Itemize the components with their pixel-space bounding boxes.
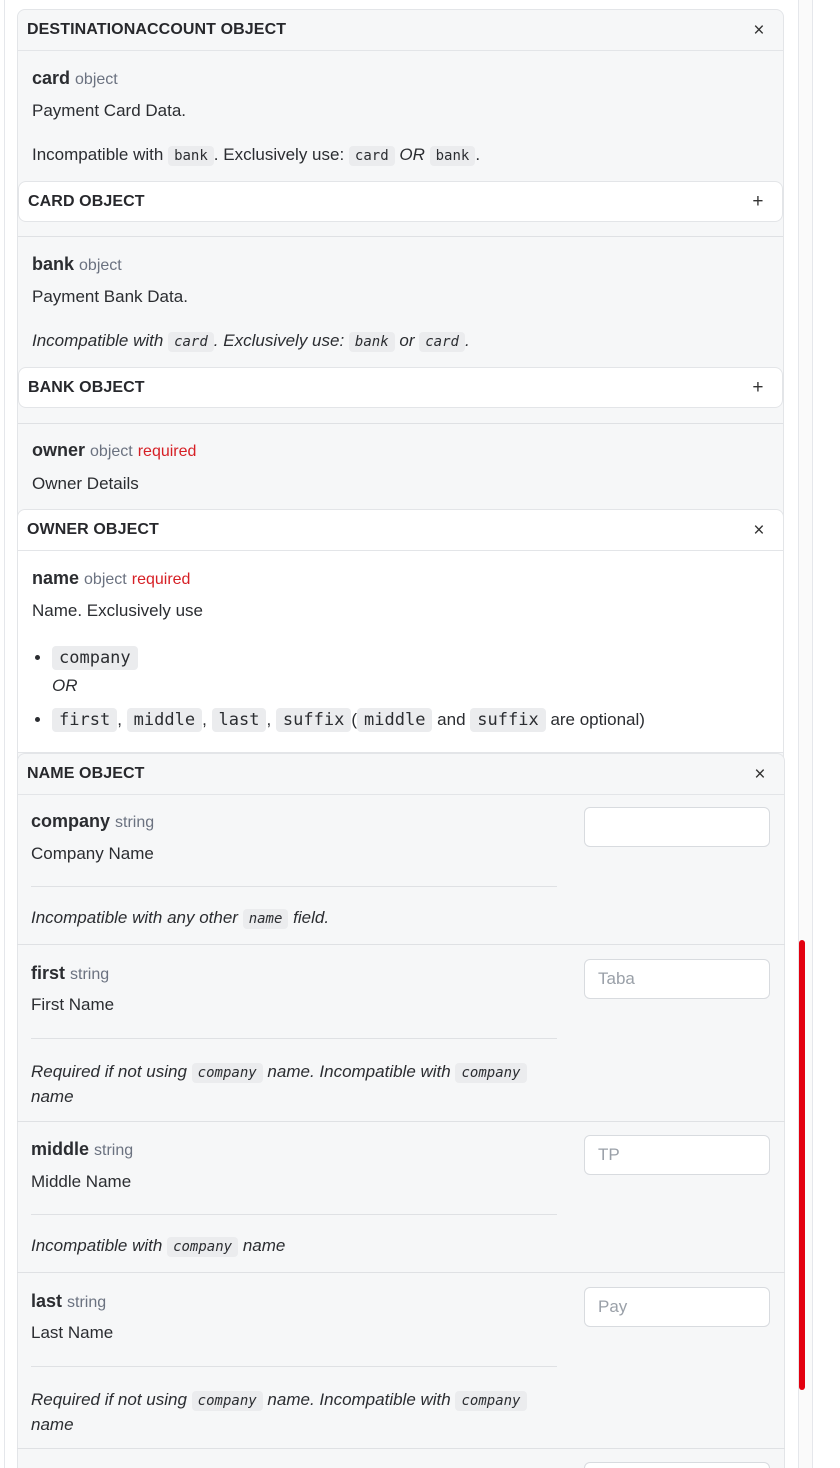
name-object-title: NAME OBJECT [27, 765, 145, 782]
divider [31, 1038, 557, 1039]
card-object-toggle[interactable]: CARD OBJECT + [18, 181, 783, 222]
company-input[interactable] [584, 807, 770, 847]
row-divider [17, 1448, 785, 1449]
field-name: last [31, 1291, 63, 1311]
property-type: object [90, 443, 133, 460]
code-company: company [191, 1391, 263, 1411]
name-object-header[interactable]: NAME OBJECT × [18, 754, 784, 795]
destination-account-title: DESTINATIONACCOUNT OBJECT [27, 21, 287, 38]
required-badge: required [137, 443, 197, 460]
property-name: card [32, 68, 71, 88]
card-object-title: CARD OBJECT [28, 192, 145, 210]
bank-property-heading: bank object [32, 254, 122, 275]
divider [31, 1214, 557, 1215]
last-note: Required if not using company name. Inco… [31, 1388, 551, 1437]
required-badge: required [131, 571, 191, 588]
owner-object-title: OWNER OBJECT [27, 521, 159, 538]
card-description: Payment Card Data. [32, 101, 187, 120]
close-icon[interactable]: × [751, 21, 767, 40]
code-middle: middle [357, 708, 433, 732]
code-company: company [52, 646, 138, 670]
code-card: card [348, 146, 395, 166]
code-suffix: suffix [275, 708, 352, 732]
row-divider [17, 944, 785, 945]
field-name: first [31, 963, 66, 983]
first-description: First Name [31, 995, 115, 1014]
scrollbar-thumb[interactable] [799, 940, 805, 1390]
middle-note: Incompatible with company name [31, 1236, 286, 1257]
first-note: Required if not using company name. Inco… [31, 1060, 551, 1109]
first-name-input[interactable] [584, 959, 770, 999]
field-name: middle [31, 1139, 90, 1159]
property-name: bank [32, 254, 75, 274]
code-company: company [167, 1237, 239, 1257]
code-company: company [455, 1391, 527, 1411]
middle-description: Middle Name [31, 1172, 132, 1191]
card-property-heading: card object [32, 68, 118, 89]
first-field-heading: first string [31, 963, 109, 984]
middle-name-input[interactable] [584, 1135, 770, 1175]
field-name: company [31, 811, 111, 831]
code-bank: bank [429, 146, 476, 166]
divider [31, 886, 557, 887]
name-property-heading: name object required [32, 568, 190, 589]
code-company: company [455, 1063, 527, 1083]
code-company: company [191, 1063, 263, 1083]
close-icon[interactable]: × [752, 765, 768, 784]
divider [31, 1366, 557, 1367]
code-bank: bank [348, 332, 395, 352]
row-divider [17, 1121, 785, 1122]
suffix-input-partial[interactable] [584, 1462, 770, 1468]
code-card: card [419, 332, 465, 352]
company-description: Company Name [31, 844, 154, 863]
docs-page: DESTINATIONACCOUNT OBJECT × card object P… [0, 0, 840, 1468]
owner-description: Owner Details [32, 474, 139, 493]
property-type: object [75, 71, 118, 88]
divider [18, 423, 783, 424]
last-name-input[interactable] [584, 1287, 770, 1327]
bank-object-title: BANK OBJECT [28, 378, 145, 396]
field-type: string [70, 966, 110, 983]
field-type: string [94, 1142, 134, 1159]
name-options-list: company OR first, middle, last, suffix(m… [52, 646, 645, 742]
property-type: object [79, 257, 122, 274]
owner-object-header[interactable]: OWNER OBJECT × [18, 510, 783, 551]
code-name: name [242, 909, 289, 929]
last-description: Last Name [31, 1323, 114, 1342]
close-icon[interactable]: × [751, 521, 767, 540]
field-type: string [115, 814, 155, 831]
bank-object-toggle[interactable]: BANK OBJECT + [18, 367, 783, 408]
company-note: Incompatible with any other name field. [31, 908, 330, 929]
divider [18, 236, 783, 237]
code-last: last [211, 708, 267, 732]
code-middle: middle [126, 708, 203, 732]
left-border [4, 0, 5, 1468]
name-description: Name. Exclusively use [32, 601, 204, 620]
list-item: first, middle, last, suffix(middle and s… [52, 708, 645, 732]
right-border-outer [812, 0, 813, 1468]
code-card: card [168, 332, 214, 352]
middle-field-heading: middle string [31, 1139, 133, 1160]
plus-icon[interactable]: + [750, 192, 766, 211]
property-name: name [32, 568, 80, 588]
property-name: owner [32, 440, 86, 460]
bank-description: Payment Bank Data. [32, 287, 188, 306]
list-item: company OR [52, 646, 645, 698]
card-note: Incompatible with bank. Exclusively use:… [32, 145, 481, 166]
bank-note: Incompatible with card. Exclusively use:… [32, 331, 470, 352]
row-divider [17, 1272, 785, 1273]
plus-icon[interactable]: + [750, 378, 766, 397]
last-field-heading: last string [31, 1291, 106, 1312]
code-first: first [52, 708, 118, 732]
code-suffix: suffix [470, 708, 546, 732]
owner-property-heading: owner object required [32, 440, 196, 461]
field-type: string [67, 1294, 107, 1311]
code-bank: bank [168, 146, 214, 166]
destination-account-header[interactable]: DESTINATIONACCOUNT OBJECT × [18, 10, 783, 51]
property-type: object [84, 571, 127, 588]
company-field-heading: company string [31, 811, 154, 832]
